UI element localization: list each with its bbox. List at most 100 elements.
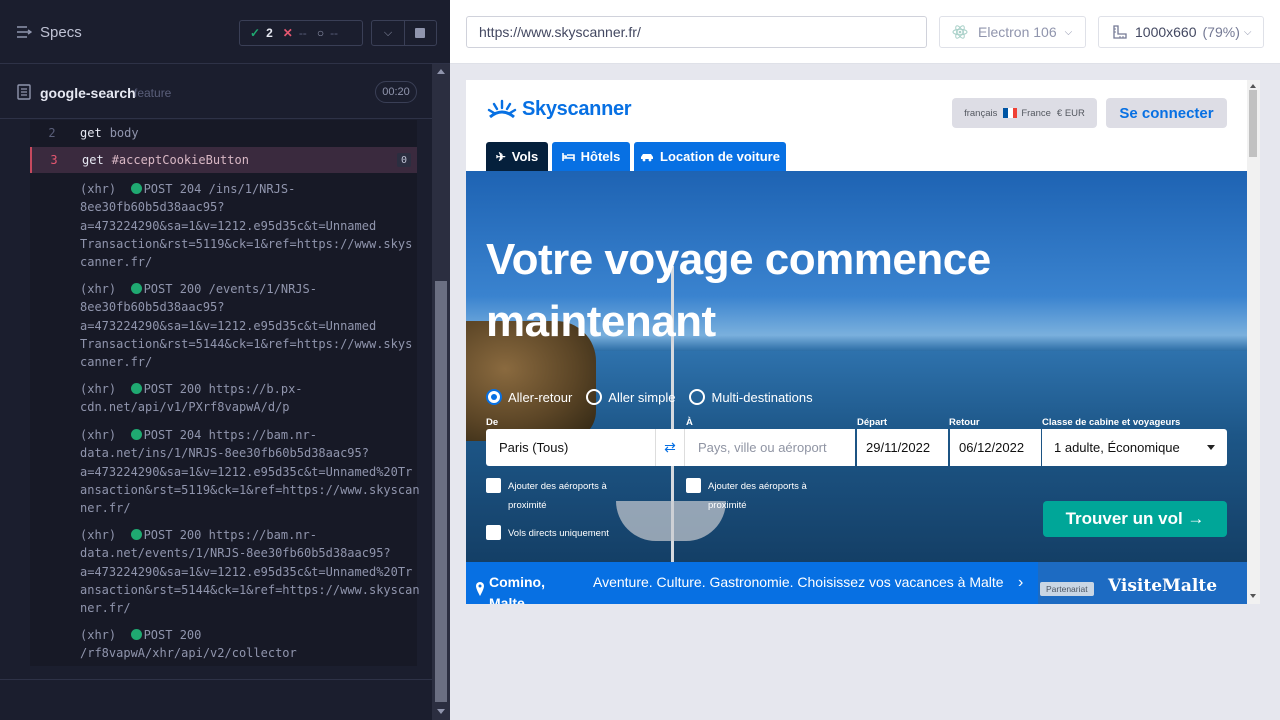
xhr-entry[interactable]: (xhr) POST 200 https://b.px- cdn.net/api… [80, 380, 415, 417]
banner-message: Aventure. Culture. Gastronomie. Choisiss… [593, 574, 1004, 590]
viewport-selector[interactable]: 1000x660 (79%) ⌵ [1098, 16, 1264, 48]
radio-icon [586, 389, 603, 405]
app-under-test: Skyscanner français France € EUR Se conn… [466, 80, 1260, 604]
swap-icon[interactable]: ⇄ [655, 429, 685, 466]
radio-label: Aller simple [608, 389, 676, 405]
checkbox-icon [486, 525, 501, 540]
divider [0, 679, 432, 680]
logo-text: Skyscanner [522, 98, 632, 120]
radio-label: Multi-destinations [711, 389, 813, 405]
scroll-down-icon[interactable] [437, 709, 445, 714]
tab-hotels[interactable]: Hôtels [552, 142, 630, 171]
checkbox-label: Vols directs uniquement [508, 528, 609, 539]
scroll-down-icon[interactable] [1250, 594, 1256, 598]
browser-selector[interactable]: Electron 106 ⌵ [939, 16, 1086, 48]
direct-only-checkbox[interactable]: Vols directs uniquement [486, 524, 686, 543]
depart-label: Départ [857, 417, 888, 428]
plane-icon: ✈ [495, 149, 506, 164]
failed-stat: ✕ -- [283, 26, 307, 40]
scroll-thumb[interactable] [435, 281, 447, 702]
checkbox-label: Ajouter des aéroports à proximité [508, 481, 607, 511]
from-label: De [486, 417, 499, 428]
banner-place: Comino, Malte [489, 574, 545, 604]
chevron-down-icon: ⌵ [1064, 26, 1073, 38]
scroll-up-icon[interactable] [1250, 84, 1256, 88]
xhr-entry[interactable]: (xhr) POST 200 /events/1/NRJS- 8ee30fb60… [80, 280, 415, 371]
from-input[interactable]: Paris (Tous) [486, 429, 655, 466]
country-label: France [1021, 107, 1051, 119]
banner-partner: Partenariat VisiteMalte [1038, 562, 1247, 604]
search-flights-button[interactable]: Trouver un vol → [1043, 501, 1227, 537]
xhr-entry[interactable]: (xhr) POST 200 /rf8vapwA/xhr/api/v2/coll… [80, 626, 415, 663]
tab-cars[interactable]: Location de voiture [634, 142, 786, 171]
spec-row[interactable]: google-search feature 00:20 [0, 65, 432, 119]
xhr-entry[interactable]: (xhr) POST 204 https://bam.nr- data.net/… [80, 426, 420, 517]
cabin-select[interactable]: 1 adulte, Économique [1042, 429, 1227, 466]
pending-stat: ○ -- [317, 26, 338, 40]
command-number: 3 [50, 153, 58, 167]
car-icon [641, 153, 654, 161]
tab-flights[interactable]: ✈ Vols [486, 142, 548, 171]
status-dot-icon [130, 383, 142, 394]
run-controls: ⌵ [371, 20, 437, 46]
return-input[interactable]: 06/12/2022 [950, 429, 1041, 466]
trip-type-multi[interactable]: Multi-destinations [689, 389, 813, 405]
cabin-value: 1 adulte, Économique [1054, 440, 1180, 455]
language-label: français [964, 107, 998, 119]
locale-button[interactable]: français France € EUR [952, 98, 1097, 128]
checkbox-icon [486, 478, 501, 493]
command-name: get [80, 126, 102, 140]
to-label: À [686, 417, 693, 428]
partner-badge: Partenariat [1040, 582, 1094, 596]
trip-type-oneway[interactable]: Aller simple [586, 389, 675, 405]
test-stats: ✓ 2 ✕ -- ○ -- [239, 20, 363, 46]
depart-input[interactable]: 29/11/2022 [857, 429, 948, 466]
tab-label: Location de voiture [660, 149, 780, 164]
command-number: 2 [48, 126, 56, 140]
passed-count: 2 [266, 26, 273, 40]
visitmalta-logo: VisiteMalte [1108, 576, 1218, 596]
xhr-entry[interactable]: (xhr) POST 204 /ins/1/NRJS- 8ee30fb60b5d… [80, 180, 415, 271]
trip-type-group: Aller-retour Aller simple Multi-destinat… [486, 389, 827, 405]
skyscanner-logo[interactable]: Skyscanner [486, 98, 632, 121]
spec-name: google-search [40, 85, 136, 101]
login-button[interactable]: Se connecter [1106, 98, 1227, 128]
status-dot-icon [130, 283, 142, 294]
zoom-level: (79%) [1202, 24, 1240, 40]
command-row-failed[interactable]: 3 get #acceptCookieButton 0 [30, 147, 417, 173]
element-count-badge: 0 [397, 153, 411, 167]
command-row[interactable]: 2 get body [30, 120, 417, 146]
viewport-size: 1000x660 [1135, 24, 1197, 40]
runner-panel: Specs ✓ 2 ✕ -- ○ -- ⌵ google-search feat… [0, 0, 450, 720]
status-dot-icon [130, 629, 142, 640]
pin-icon [476, 582, 484, 596]
xhr-entry[interactable]: (xhr) POST 200 https://bam.nr- data.net/… [80, 526, 420, 617]
url-bar[interactable]: https://www.skyscanner.fr/ [466, 16, 927, 48]
chevron-down-icon[interactable]: ⌵ [372, 21, 404, 45]
check-icon: ✓ [250, 26, 261, 40]
command-arg: #acceptCookieButton [111, 153, 249, 167]
list-icon[interactable] [16, 24, 32, 40]
pending-count: -- [330, 26, 339, 40]
chevron-down-icon: ⌵ [1243, 26, 1252, 38]
log-scrollbar[interactable] [432, 64, 450, 720]
nearby-from-checkbox[interactable]: Ajouter des aéroports à proximité [486, 477, 636, 515]
nearby-to-checkbox[interactable]: Ajouter des aéroports à proximité [686, 477, 836, 515]
specs-label[interactable]: Specs [40, 24, 82, 41]
to-input[interactable]: Pays, ville ou aéroport [685, 429, 855, 466]
chevron-right-icon[interactable]: › [1018, 574, 1023, 592]
promo-banner[interactable]: Comino, Malte Aventure. Culture. Gastron… [466, 562, 1247, 604]
radio-label: Aller-retour [508, 389, 573, 405]
hero-section: Votre voyage commence maintenant Aller-r… [466, 171, 1247, 562]
tab-label: Hôtels [580, 149, 621, 164]
stop-button[interactable] [403, 21, 436, 45]
status-dot-icon [130, 183, 142, 194]
bed-icon [561, 152, 575, 161]
scroll-thumb[interactable] [1249, 90, 1257, 157]
ruler-icon [1113, 25, 1127, 39]
failed-count: -- [298, 26, 307, 40]
trip-type-roundtrip[interactable]: Aller-retour [486, 389, 572, 405]
scroll-up-icon[interactable] [437, 69, 445, 74]
page-scrollbar[interactable] [1247, 80, 1260, 604]
command-log: 2 get body 3 get #acceptCookieButton 0 (… [30, 120, 420, 666]
